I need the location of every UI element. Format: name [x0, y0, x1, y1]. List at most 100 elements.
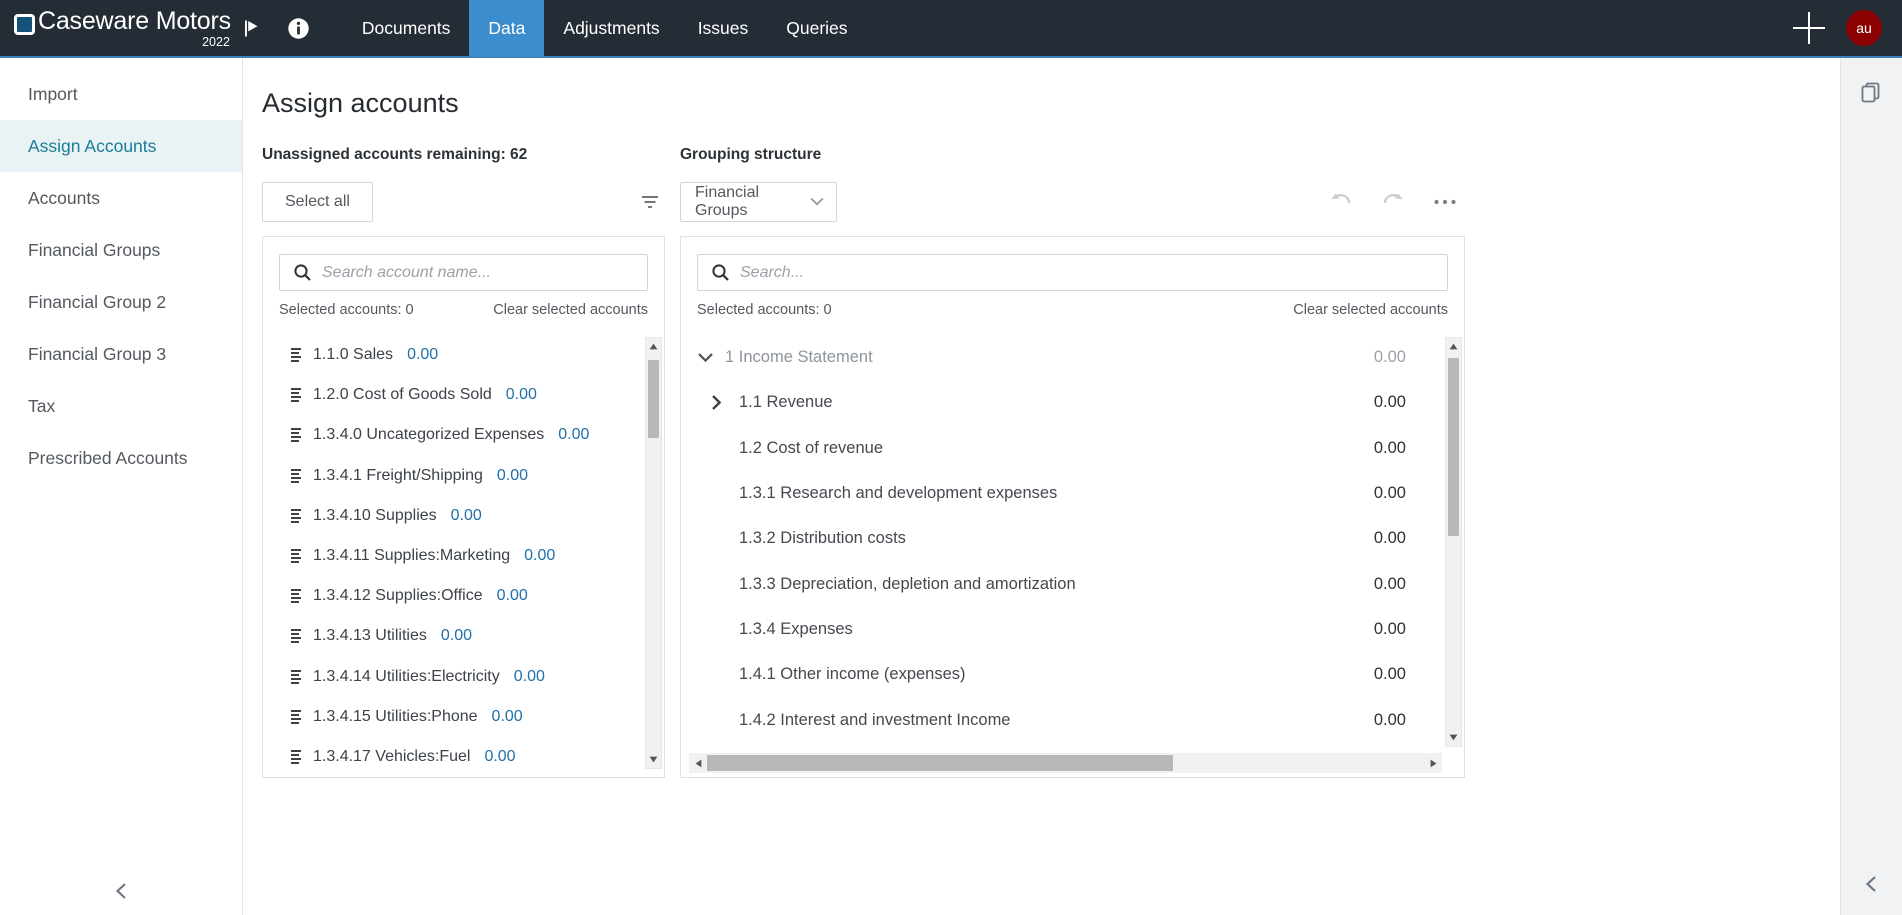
- sidebar-item-import[interactable]: Import: [0, 68, 242, 120]
- scroll-left-arrow-icon[interactable]: [689, 759, 707, 768]
- nav-item-adjustments[interactable]: Adjustments: [544, 0, 678, 57]
- main-content: Assign accounts Unassigned accounts rema…: [244, 58, 1839, 915]
- sidebar-item-assign-accounts[interactable]: Assign Accounts: [0, 120, 242, 172]
- list-item[interactable]: 1.3.4.14 Utilities:Electricity 0.00: [279, 657, 648, 697]
- tree-row[interactable]: 1.1 Revenue 0.00: [697, 380, 1448, 425]
- unassigned-accounts-column: Unassigned accounts remaining: 62 Select…: [262, 146, 665, 778]
- copy-documents-icon: [1859, 80, 1884, 105]
- grouping-structure-panel: Selected accounts: 0 Clear selected acco…: [680, 236, 1465, 778]
- grouping-tree[interactable]: 1 Income Statement 0.00 1.1 Revenue 0.00…: [697, 335, 1448, 747]
- tree-value: 0.00: [1374, 439, 1448, 458]
- account-value: 0.00: [441, 627, 472, 645]
- tree-row[interactable]: 1.4.1 Other income (expenses) 0.00: [697, 652, 1448, 697]
- tree-row[interactable]: 1.2 Cost of revenue 0.00: [697, 426, 1448, 471]
- nav-item-data[interactable]: Data: [469, 0, 544, 57]
- list-item[interactable]: 1.3.4.10 Supplies 0.00: [279, 496, 648, 536]
- grouping-search-box[interactable]: [697, 254, 1448, 291]
- nav-item-issues[interactable]: Issues: [679, 0, 768, 57]
- list-item[interactable]: 1.3.4.0 Uncategorized Expenses 0.00: [279, 415, 648, 455]
- sidebar-item-accounts[interactable]: Accounts: [0, 172, 242, 224]
- tree-row[interactable]: 1.3.1 Research and development expenses …: [697, 471, 1448, 516]
- scroll-down-arrow-icon[interactable]: [646, 751, 661, 768]
- scrollbar-thumb[interactable]: [648, 360, 659, 438]
- clear-selected-accounts-link[interactable]: Clear selected accounts: [493, 302, 648, 318]
- drag-handle-icon[interactable]: [279, 709, 313, 725]
- more-options-button[interactable]: [1433, 198, 1457, 206]
- drag-handle-icon[interactable]: [279, 749, 313, 765]
- sidebar-item-financial-group-2[interactable]: Financial Group 2: [0, 276, 242, 328]
- drag-handle-icon[interactable]: [279, 669, 313, 685]
- plus-icon[interactable]: [1792, 11, 1826, 45]
- list-item[interactable]: 1.3.4.11 Supplies:Marketing 0.00: [279, 536, 648, 576]
- grouping-structure-select[interactable]: Financial Groups: [680, 182, 837, 222]
- drag-handle-icon[interactable]: [279, 387, 313, 403]
- account-search-box[interactable]: [279, 254, 648, 291]
- search-input[interactable]: [322, 264, 647, 282]
- scrollbar-track[interactable]: [707, 753, 1424, 773]
- drag-handle-icon[interactable]: [279, 628, 313, 644]
- list-item[interactable]: 1.3.4.1 Freight/Shipping 0.00: [279, 456, 648, 496]
- account-name: 1.2.0 Cost of Goods Sold: [313, 386, 492, 404]
- grouping-vertical-scrollbar[interactable]: [1445, 337, 1462, 747]
- scroll-up-arrow-icon[interactable]: [1446, 338, 1461, 355]
- redo-icon: [1381, 191, 1405, 213]
- right-rail: [1840, 58, 1902, 915]
- sidebar-item-financial-group-3[interactable]: Financial Group 3: [0, 328, 242, 380]
- assign-columns: Unassigned accounts remaining: 62 Select…: [262, 146, 1839, 778]
- grouping-search-input[interactable]: [740, 264, 1447, 282]
- tree-row[interactable]: 1.3.4 Expenses 0.00: [697, 607, 1448, 652]
- drag-handle-icon[interactable]: [279, 468, 313, 484]
- account-name: 1.1.0 Sales: [313, 346, 393, 364]
- grouping-horizontal-scrollbar[interactable]: [689, 753, 1442, 773]
- list-item[interactable]: 1.3.4.12 Supplies:Office 0.00: [279, 576, 648, 616]
- sidebar-collapse-button[interactable]: [0, 881, 243, 901]
- list-item[interactable]: 1.3.4.15 Utilities:Phone 0.00: [279, 697, 648, 737]
- rail-collapse-button[interactable]: [1862, 874, 1882, 899]
- list-item[interactable]: 1.3.4.13 Utilities 0.00: [279, 616, 648, 656]
- chevron-right-icon[interactable]: [711, 394, 739, 411]
- app-brand[interactable]: Caseware Motors 2022: [0, 7, 231, 49]
- top-bar: Caseware Motors 2022 Documents Data Adju…: [0, 0, 1902, 58]
- sidebar-item-financial-groups[interactable]: Financial Groups: [0, 224, 242, 276]
- accounts-list[interactable]: 1.1.0 Sales 0.00 1.2.0 Cost of Goods Sol…: [279, 335, 648, 771]
- scroll-right-arrow-icon[interactable]: [1424, 759, 1442, 768]
- tree-label: 1.3.1 Research and development expenses: [739, 484, 1057, 503]
- tree-row[interactable]: 1.4.2 Interest and investment Income 0.0…: [697, 697, 1448, 742]
- sidebar-item-tax[interactable]: Tax: [0, 380, 242, 432]
- tree-row[interactable]: 1 Income Statement 0.00: [697, 335, 1448, 380]
- sidebar-item-prescribed-accounts[interactable]: Prescribed Accounts: [0, 432, 242, 484]
- clear-selected-accounts-link[interactable]: Clear selected accounts: [1293, 302, 1448, 318]
- scroll-up-arrow-icon[interactable]: [646, 338, 661, 355]
- scrollbar-thumb[interactable]: [1448, 358, 1459, 536]
- flag-icon[interactable]: [231, 0, 277, 57]
- tree-row[interactable]: 1.3.2 Distribution costs 0.00: [697, 516, 1448, 561]
- chevron-left-icon: [112, 881, 132, 901]
- avatar[interactable]: au: [1846, 10, 1882, 46]
- filter-button[interactable]: [635, 187, 665, 217]
- undo-button[interactable]: [1329, 191, 1353, 213]
- accounts-vertical-scrollbar[interactable]: [645, 337, 662, 769]
- account-value: 0.00: [514, 668, 545, 686]
- redo-button[interactable]: [1381, 191, 1405, 213]
- drag-handle-icon[interactable]: [279, 427, 313, 443]
- scroll-down-arrow-icon[interactable]: [1446, 729, 1461, 746]
- list-item[interactable]: 1.3.4.17 Vehicles:Fuel 0.00: [279, 737, 648, 771]
- drag-handle-icon[interactable]: [279, 588, 313, 604]
- select-all-button[interactable]: Select all: [262, 182, 373, 222]
- account-value: 0.00: [497, 467, 528, 485]
- scrollbar-thumb[interactable]: [707, 755, 1173, 771]
- drag-handle-icon[interactable]: [279, 508, 313, 524]
- list-item[interactable]: 1.2.0 Cost of Goods Sold 0.00: [279, 375, 648, 415]
- search-icon: [293, 263, 312, 282]
- documents-panel-button[interactable]: [1859, 80, 1884, 110]
- chevron-down-icon[interactable]: [697, 352, 725, 363]
- drag-handle-icon[interactable]: [279, 347, 313, 363]
- tree-label: 1.2 Cost of revenue: [739, 439, 883, 458]
- tree-row[interactable]: 1.3.3 Depreciation, depletion and amorti…: [697, 561, 1448, 606]
- drag-handle-icon[interactable]: [279, 548, 313, 564]
- list-item[interactable]: 1.1.0 Sales 0.00: [279, 335, 648, 375]
- info-icon[interactable]: [277, 0, 321, 57]
- nav-item-queries[interactable]: Queries: [767, 0, 866, 57]
- sidebar: Import Assign Accounts Accounts Financia…: [0, 58, 243, 915]
- nav-item-documents[interactable]: Documents: [343, 0, 470, 57]
